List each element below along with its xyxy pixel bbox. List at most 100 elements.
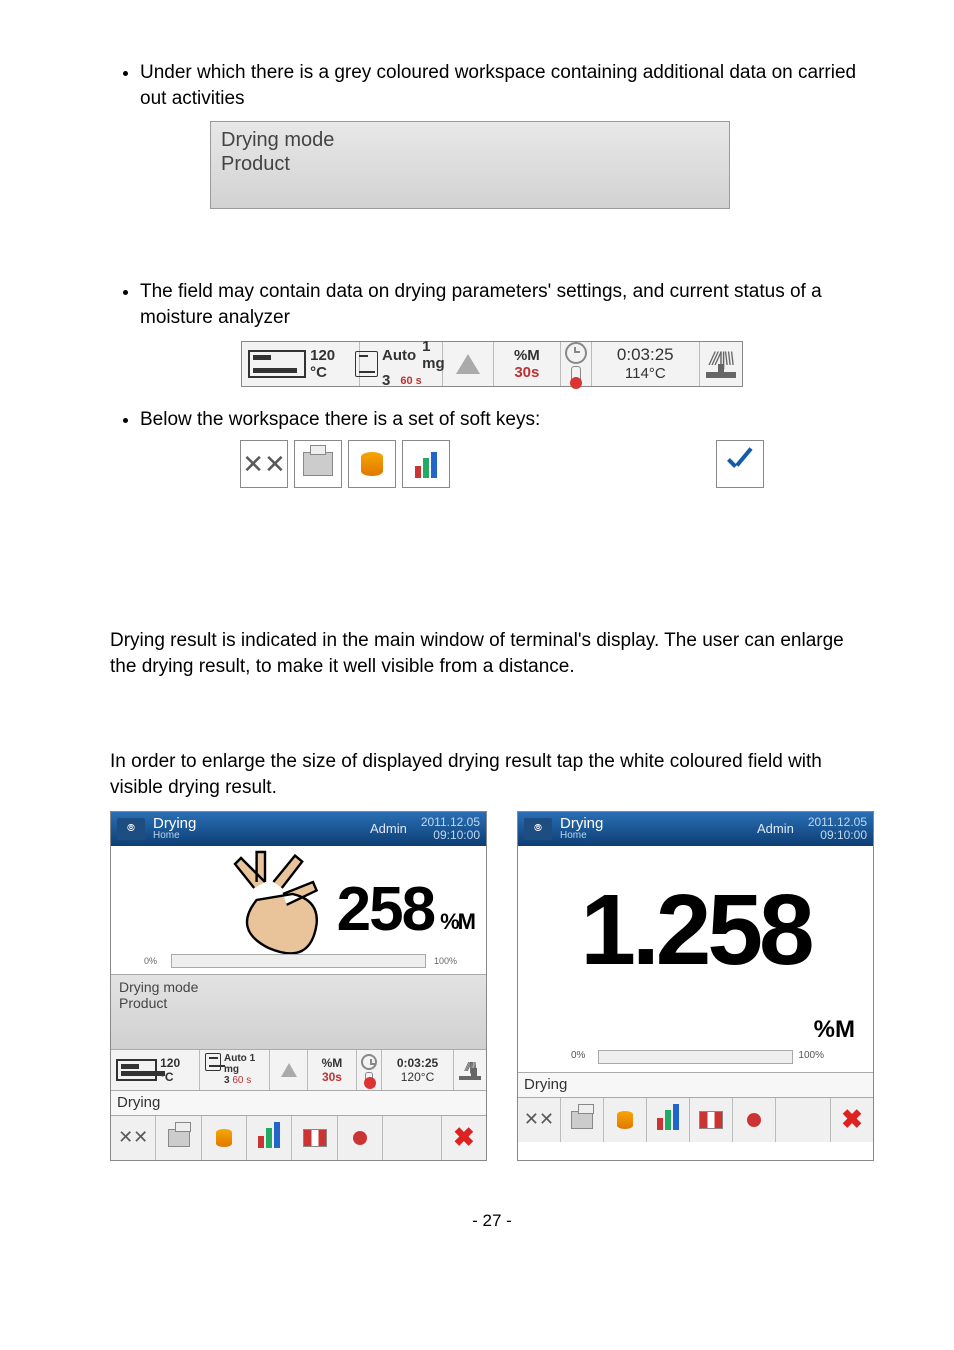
scrA-main[interactable]: 258 %M 0% 100% [111,846,486,974]
scrA-sk-print[interactable] [156,1116,201,1160]
scrA-softkeys: ✕✕ ✖ [111,1115,486,1160]
scrB-main[interactable]: 1.258 [518,846,873,1016]
scrA-warn-icon [281,1063,297,1077]
screenshot-large: ⦾ Drying Home Admin 2011.12.05 09:10:00 … [517,811,874,1161]
scrB-date: 2011.12.05 [808,816,867,829]
scrA-sk-wrench[interactable]: ✕✕ [111,1116,156,1160]
paragraph-1: Drying result is indicated in the main w… [110,628,874,679]
status-auto-cell: Auto 1 mg 3 60 s [360,342,443,386]
scrA-30s: 30s [322,1070,342,1084]
status-30s: 30s [514,364,539,381]
scrA-date: 2011.12.05 [421,816,480,829]
status-bar: 120 °C Auto 1 mg 3 60 s [241,341,743,387]
status-auto: Auto [382,347,416,364]
database-icon [617,1111,633,1129]
status-temp-cell: 120 °C [242,342,360,386]
scrB-sk-wrench[interactable]: ✕✕ [518,1098,561,1142]
scrA-pctM: %M [322,1056,343,1070]
scrB-sk-chart[interactable] [647,1098,690,1142]
scrA-sk-rec[interactable] [338,1116,383,1160]
status-time-cell: 0:03:25 114°C [592,342,700,386]
level-icon: ⦾ [524,818,552,840]
temp-profile-icon [248,350,306,378]
scrB-time: 09:10:00 [808,829,867,842]
scrB-prog-left: 0% [571,1050,585,1061]
scrA-sk-close[interactable]: ✖ [442,1116,486,1160]
close-icon: ✖ [453,1122,475,1153]
scrB-sk-db[interactable] [604,1098,647,1142]
scrA-unit: %M [440,909,474,935]
scrB-value: 1.258 [580,873,810,988]
scrA-sk-flag[interactable] [292,1116,337,1160]
status-pct-cell: %M 30s [494,342,560,386]
softkey-print[interactable] [294,440,342,488]
bullet-3: Below the workspace there is a set of so… [140,407,874,433]
scrA-value: 258 %M [337,874,474,945]
scrA-grey-1: Drying mode [119,979,478,995]
scrA-profile-icon [205,1053,221,1071]
grey-line-2: Product [221,152,719,176]
status-time: 0:03:25 [617,345,674,365]
printer-icon [571,1111,593,1129]
scrA-header: ⦾ Drying Home Admin 2011.12.05 09:10:00 [111,812,486,846]
balance-icon [706,372,736,378]
level-icon: ⦾ [117,818,145,840]
wrench-icon: ✕✕ [524,1109,554,1130]
paragraph-2: In order to enlarge the size of displaye… [110,749,874,800]
scrB-softkeys: ✕✕ ✖ [518,1097,873,1142]
scrA-admin: Admin [370,821,407,836]
bullet-2: The field may contain data on drying par… [140,279,874,330]
screenshot-pair: ⦾ Drying Home Admin 2011.12.05 09:10:00 [110,811,874,1161]
scrB-sk-close[interactable]: ✖ [831,1098,873,1142]
scrA-grey: Drying mode Product [111,974,486,1049]
bullet-1: Under which there is a grey coloured wor… [140,60,874,111]
softkey-row: ✕✕ [240,440,874,488]
scrA-time: 09:10:00 [421,829,480,842]
scrB-prog-right: 100% [798,1050,824,1061]
scrB-sk-rec[interactable] [733,1098,776,1142]
page-number: - 27 - [110,1211,874,1231]
scrA-prog-right: 100% [434,956,457,966]
status-temp: 120 °C [310,347,353,381]
softkey-database[interactable] [348,440,396,488]
scrB-admin: Admin [757,821,794,836]
scrA-status: 120 °C Auto 1 mg 3 60 s %M 30s [111,1049,486,1090]
status-temp2: 114°C [625,365,666,382]
database-icon [361,452,383,476]
scrA-prof-icon [116,1059,157,1081]
softkey-confirm[interactable] [716,440,764,488]
scrA-clock-icon [361,1054,377,1070]
status-warn-cell [443,342,494,386]
softkey-settings[interactable]: ✕✕ [240,440,288,488]
scrA-label: Drying [111,1090,486,1115]
scrA-st-temp: 120 °C [160,1056,194,1084]
check-icon [723,451,757,477]
softkey-chart[interactable] [402,440,450,488]
scrB-title: Drying [560,816,749,832]
scrA-bal-icon [459,1076,481,1080]
scrB-label: Drying [518,1072,873,1097]
grey-workspace-field: Drying mode Product [210,121,730,209]
printer-icon [303,452,333,476]
flag-icon [699,1111,723,1129]
scrA-temp2: 120°C [401,1070,435,1084]
scrB-sk-print[interactable] [561,1098,604,1142]
scrB-sk-flag[interactable] [690,1098,733,1142]
status-60s: 60 s [400,375,421,387]
scrB-unit: %M [814,1016,855,1044]
screenshot-small: ⦾ Drying Home Admin 2011.12.05 09:10:00 [110,811,487,1161]
barchart-icon [657,1110,679,1130]
clock-icon [565,342,587,364]
hand-tap-icon [191,846,351,966]
scrA-therm-icon [365,1072,373,1086]
scrA-title: Drying [153,816,362,832]
barchart-icon [258,1128,280,1148]
barchart-icon [415,450,437,478]
scrA-sk-chart[interactable] [247,1116,292,1160]
status-infra-cell: ///||\\\ [700,342,742,386]
printer-icon [168,1129,190,1147]
database-icon [216,1129,232,1147]
scrA-sk-db[interactable] [202,1116,247,1160]
record-icon [747,1113,761,1127]
grey-line-1: Drying mode [221,128,719,152]
